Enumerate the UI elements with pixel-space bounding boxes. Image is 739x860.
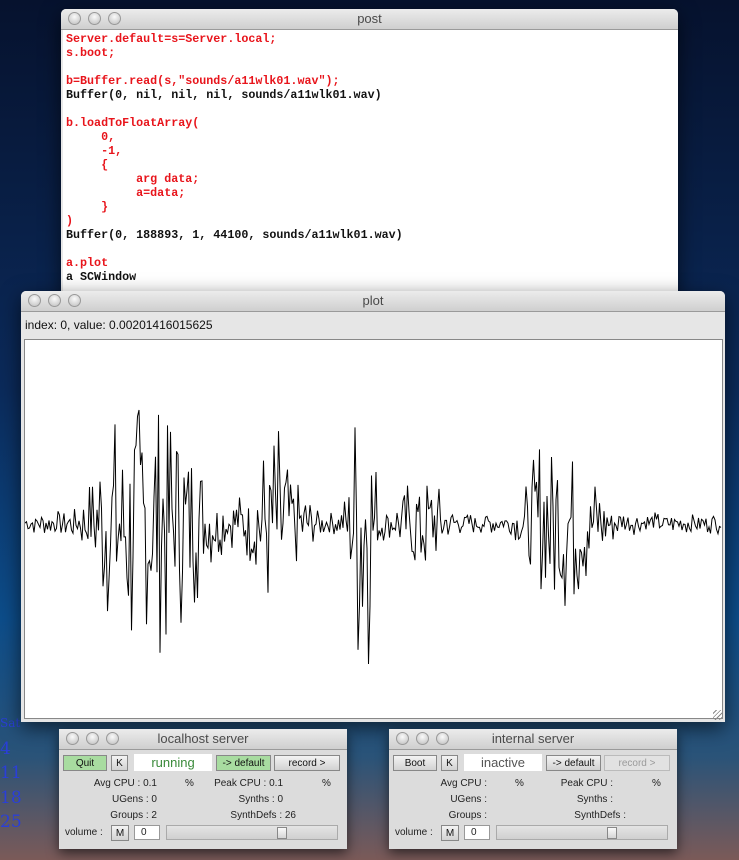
localhost-server-window: localhost server Quit K running -> defau… (59, 729, 347, 849)
minimize-button[interactable] (88, 12, 101, 25)
post-line: a SCWindow (66, 270, 137, 284)
close-button[interactable] (68, 12, 81, 25)
window-title: localhost server (157, 731, 249, 746)
make-default-button[interactable]: -> default (216, 755, 271, 771)
post-line: s.boot; (66, 46, 116, 60)
plot-index-value-readout: index: 0, value: 0.00201416015625 (25, 318, 213, 332)
minimize-button[interactable] (416, 732, 429, 745)
window-title: plot (362, 293, 384, 308)
avg-cpu-percent: % (515, 778, 524, 789)
volume-slider-thumb[interactable] (607, 827, 617, 839)
volume-label: volume : (395, 827, 433, 838)
server-status: running (134, 754, 212, 771)
post-line: a=data; (66, 186, 186, 200)
volume-input[interactable]: 0 (134, 825, 160, 840)
server-titlebar[interactable]: localhost server (59, 729, 347, 750)
record-button[interactable]: record > (274, 755, 340, 771)
server-titlebar[interactable]: internal server (389, 729, 677, 750)
calendar-date: 18 (0, 788, 22, 808)
calendar-date: 11 (0, 763, 22, 783)
post-line: -1, (66, 144, 123, 158)
avg-cpu: Avg CPU : (440, 778, 488, 789)
avg-cpu: Avg CPU : 0.1 (93, 778, 157, 789)
server-status: inactive (464, 754, 542, 771)
peak-cpu: Peak CPU : 0.1 (214, 778, 283, 789)
plot-window: plot index: 0, value: 0.00201416015625 (21, 291, 725, 722)
synths-count: Synths : (576, 794, 613, 805)
calendar-date: 25 (0, 812, 22, 832)
post-line (66, 60, 678, 74)
groups-count: Groups : (448, 810, 487, 821)
volume-label: volume : (65, 827, 103, 838)
boot-quit-button[interactable]: Quit (63, 755, 107, 771)
internal-server-window: internal server Boot K inactive -> defau… (389, 729, 677, 849)
ugens-count: UGens : 0 (111, 794, 157, 805)
post-line: Buffer(0, 188893, 1, 44100, sounds/a11wl… (66, 228, 403, 242)
waveform-line (24, 409, 722, 665)
ugens-count: UGens : (450, 794, 487, 805)
synthdefs-count: SynthDefs : 26 (230, 810, 296, 821)
mute-button[interactable]: M (441, 825, 459, 841)
post-line: a.plot (66, 256, 109, 270)
post-line: arg data; (66, 172, 200, 186)
peak-cpu: Peak CPU : (560, 778, 613, 789)
post-line: b.loadToFloatArray( (66, 116, 200, 130)
post-line: 0, (66, 130, 116, 144)
minimize-button[interactable] (48, 294, 61, 307)
resize-grip-icon[interactable] (713, 710, 723, 720)
calendar-day-label: Sat (0, 716, 21, 730)
post-line: ) (66, 214, 74, 228)
post-line: { (66, 158, 109, 172)
close-button[interactable] (396, 732, 409, 745)
zoom-button[interactable] (68, 294, 81, 307)
post-titlebar[interactable]: post (61, 9, 678, 30)
zoom-button[interactable] (106, 732, 119, 745)
post-line: b=Buffer.read(s,"sounds/a11wlk01.wav"); (66, 74, 340, 88)
volume-input[interactable]: 0 (464, 825, 490, 840)
post-window: post Server.default=s=Server.local; s.boo… (61, 9, 678, 299)
post-line: Buffer(0, nil, nil, nil, sounds/a11wlk01… (66, 88, 382, 102)
groups-count: Groups : 2 (110, 810, 157, 821)
post-line: } (66, 200, 109, 214)
peak-cpu-percent: % (652, 778, 661, 789)
post-text-area[interactable]: Server.default=s=Server.local; s.boot; b=B… (63, 30, 678, 299)
minimize-button[interactable] (86, 732, 99, 745)
volume-slider[interactable] (496, 825, 668, 840)
close-button[interactable] (66, 732, 79, 745)
zoom-button[interactable] (436, 732, 449, 745)
peak-cpu-percent: % (322, 778, 331, 789)
waveform-plot[interactable] (24, 339, 723, 719)
avg-cpu-percent: % (185, 778, 194, 789)
calendar-date: 4 (0, 739, 11, 759)
post-line (66, 102, 678, 116)
volume-slider[interactable] (166, 825, 338, 840)
boot-quit-button[interactable]: Boot (393, 755, 437, 771)
post-line: Server.default=s=Server.local; (66, 32, 277, 46)
window-title: post (357, 11, 382, 26)
kill-button[interactable]: K (441, 755, 458, 771)
make-default-button[interactable]: -> default (546, 755, 601, 771)
record-button[interactable]: record > (604, 755, 670, 771)
mute-button[interactable]: M (111, 825, 129, 841)
post-line (66, 242, 678, 256)
synths-count: Synths : 0 (238, 794, 283, 805)
plot-titlebar[interactable]: plot (21, 291, 725, 312)
synthdefs-count: SynthDefs : (574, 810, 626, 821)
zoom-button[interactable] (108, 12, 121, 25)
volume-slider-thumb[interactable] (277, 827, 287, 839)
waveform-svg (24, 409, 722, 665)
kill-button[interactable]: K (111, 755, 128, 771)
close-button[interactable] (28, 294, 41, 307)
window-title: internal server (491, 731, 575, 746)
